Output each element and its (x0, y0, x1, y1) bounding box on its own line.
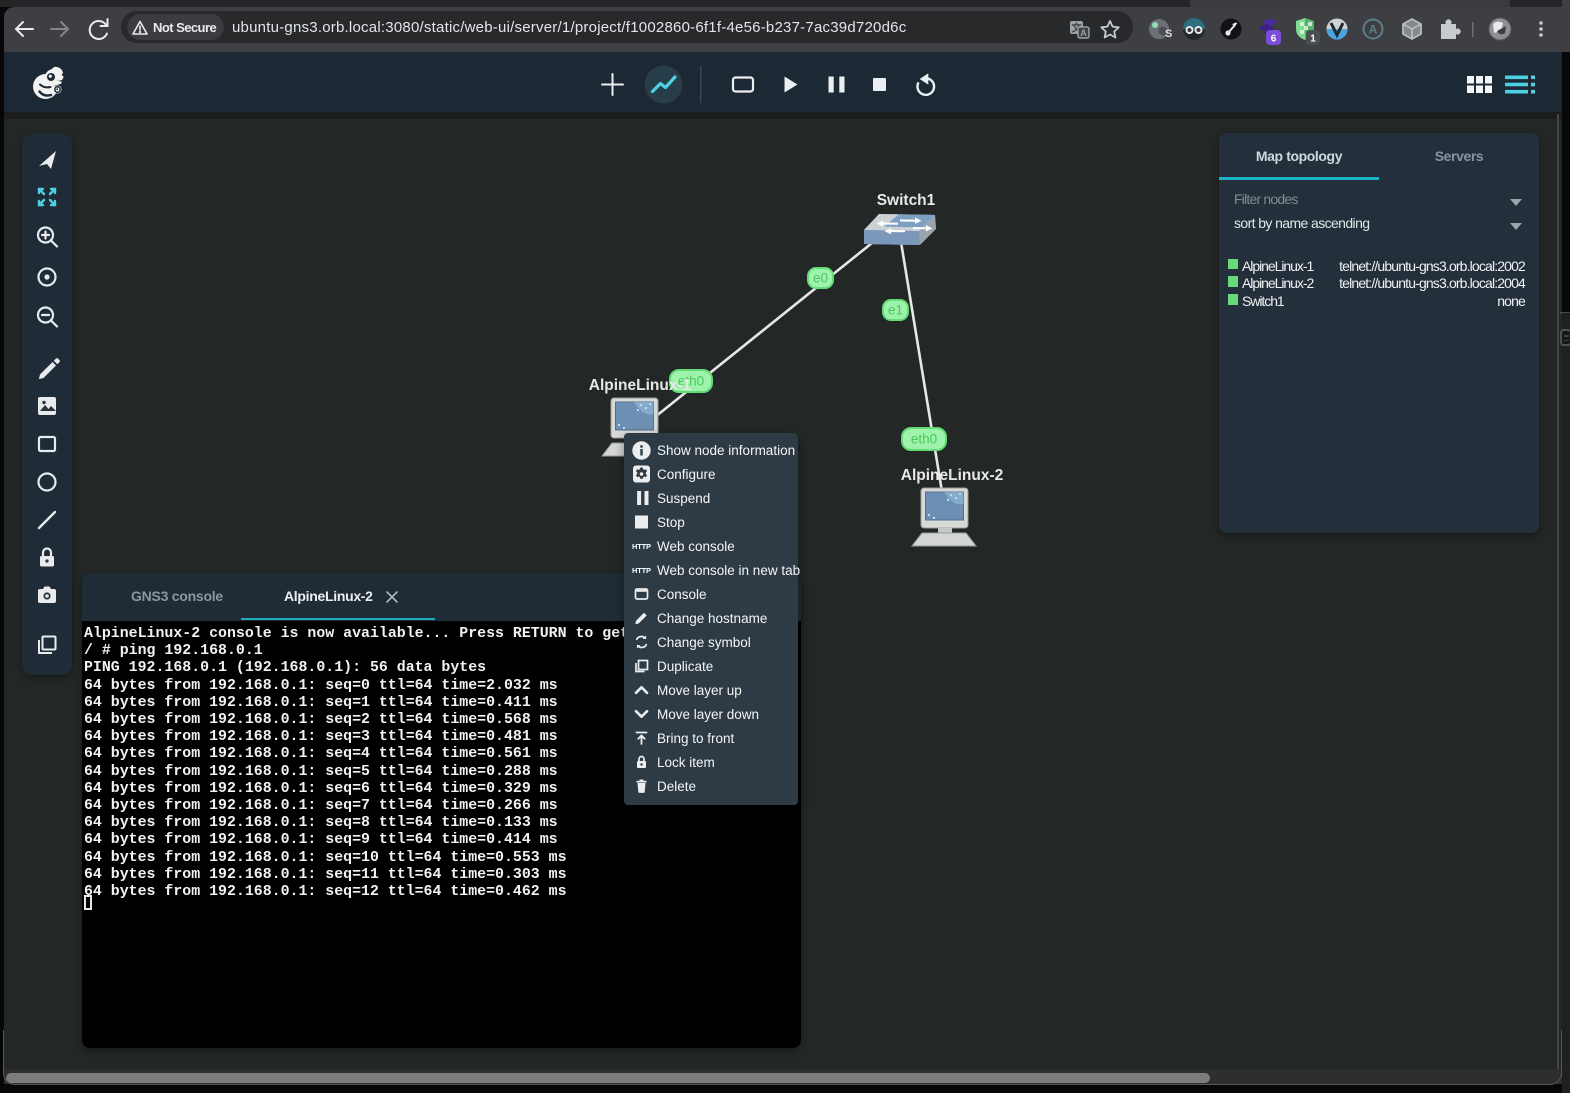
svg-text:6: 6 (1271, 34, 1277, 45)
svg-text:A: A (1080, 28, 1087, 38)
svg-text:1: 1 (1310, 34, 1316, 45)
svg-text:S: S (1165, 28, 1172, 40)
svg-text:AlpineLinux-1: AlpineLinux-1 (589, 377, 692, 394)
svg-text:e0: e0 (813, 271, 828, 286)
svg-text:Switch1: Switch1 (877, 192, 936, 209)
svg-text:eth0: eth0 (911, 432, 937, 447)
svg-text:A: A (1369, 23, 1378, 37)
svg-text:AlpineLinux-2: AlpineLinux-2 (901, 467, 1003, 484)
svg-text:e1: e1 (888, 303, 903, 318)
